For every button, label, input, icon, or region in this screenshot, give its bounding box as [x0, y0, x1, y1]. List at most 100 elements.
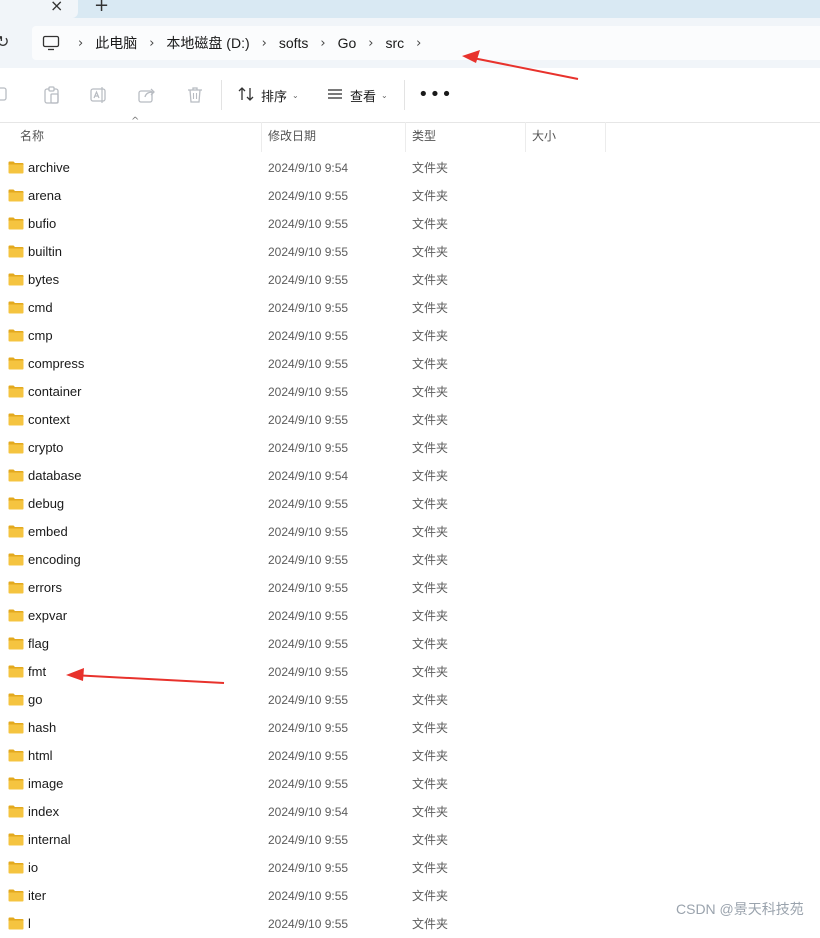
- folder-icon: [8, 553, 24, 566]
- file-type: 文件夹: [412, 553, 449, 567]
- file-row[interactable]: hash 2024/9/10 9:55 文件夹: [0, 714, 820, 742]
- folder-icon: [8, 161, 24, 174]
- file-row[interactable]: bytes 2024/9/10 9:55 文件夹: [0, 266, 820, 294]
- breadcrumb-go[interactable]: Go: [338, 35, 357, 51]
- file-row[interactable]: flag 2024/9/10 9:55 文件夹: [0, 630, 820, 658]
- view-button[interactable]: 查看 ⌄: [326, 85, 388, 105]
- file-row[interactable]: builtin 2024/9/10 9:55 文件夹: [0, 238, 820, 266]
- column-divider[interactable]: [605, 122, 606, 152]
- breadcrumb-this-pc[interactable]: 此电脑: [95, 33, 137, 53]
- file-modified-date: 2024/9/10 9:55: [268, 329, 349, 343]
- file-row[interactable]: expvar 2024/9/10 9:55 文件夹: [0, 602, 820, 630]
- tab-strip: × +: [0, 0, 820, 18]
- more-options-icon[interactable]: •••: [418, 85, 453, 105]
- computer-icon[interactable]: [42, 33, 62, 53]
- column-divider[interactable]: [405, 122, 406, 152]
- file-modified-date: 2024/9/10 9:55: [268, 441, 349, 455]
- breadcrumb-src[interactable]: src: [386, 35, 405, 51]
- file-row[interactable]: embed 2024/9/10 9:55 文件夹: [0, 518, 820, 546]
- file-row[interactable]: image 2024/9/10 9:55 文件夹: [0, 770, 820, 798]
- paste-icon[interactable]: [42, 85, 62, 105]
- rename-icon[interactable]: [89, 85, 109, 105]
- breadcrumb-separator[interactable]: ›: [78, 36, 83, 51]
- file-name: compress: [28, 356, 85, 371]
- file-row[interactable]: encoding 2024/9/10 9:55 文件夹: [0, 546, 820, 574]
- file-row[interactable]: internal 2024/9/10 9:55 文件夹: [0, 826, 820, 854]
- file-row[interactable]: errors 2024/9/10 9:55 文件夹: [0, 574, 820, 602]
- breadcrumb-separator[interactable]: ›: [368, 36, 373, 51]
- copy-icon[interactable]: [0, 85, 12, 105]
- chevron-down-icon: ⌄: [292, 90, 299, 100]
- column-divider[interactable]: [261, 122, 262, 152]
- file-modified-date: 2024/9/10 9:55: [268, 413, 349, 427]
- file-type: 文件夹: [412, 245, 449, 259]
- sort-button[interactable]: 排序 ⌄: [237, 85, 299, 105]
- folder-icon: [8, 273, 24, 286]
- folder-icon: [8, 917, 24, 930]
- file-row[interactable]: compress 2024/9/10 9:55 文件夹: [0, 350, 820, 378]
- sort-label: 排序: [261, 88, 288, 104]
- new-tab-icon[interactable]: +: [94, 0, 109, 16]
- file-row[interactable]: cmp 2024/9/10 9:55 文件夹: [0, 322, 820, 350]
- file-row[interactable]: crypto 2024/9/10 9:55 文件夹: [0, 434, 820, 462]
- toolbar-divider: [221, 80, 222, 110]
- file-modified-date: 2024/9/10 9:55: [268, 889, 349, 903]
- file-name: index: [28, 804, 60, 819]
- file-row[interactable]: container 2024/9/10 9:55 文件夹: [0, 378, 820, 406]
- column-header-size[interactable]: 大小: [532, 122, 556, 152]
- file-list: archive 2024/9/10 9:54 文件夹 arena 2024/9/…: [0, 154, 820, 938]
- delete-icon[interactable]: [185, 85, 205, 105]
- file-name: cmd: [28, 300, 53, 315]
- file-type: 文件夹: [412, 917, 449, 931]
- column-header-name[interactable]: 名称: [20, 122, 44, 152]
- folder-icon: [8, 441, 24, 454]
- column-header-modified[interactable]: 修改日期: [268, 122, 316, 152]
- file-row[interactable]: fmt 2024/9/10 9:55 文件夹: [0, 658, 820, 686]
- column-header-type[interactable]: 类型: [412, 122, 436, 152]
- file-row[interactable]: html 2024/9/10 9:55 文件夹: [0, 742, 820, 770]
- file-row[interactable]: arena 2024/9/10 9:55 文件夹: [0, 182, 820, 210]
- close-tab-icon[interactable]: ×: [50, 0, 63, 15]
- folder-icon: [8, 189, 24, 202]
- column-divider[interactable]: [525, 122, 526, 152]
- file-type: 文件夹: [412, 609, 449, 623]
- chevron-down-icon: ⌄: [381, 90, 388, 100]
- folder-icon: [8, 497, 24, 510]
- file-row[interactable]: io 2024/9/10 9:55 文件夹: [0, 854, 820, 882]
- file-modified-date: 2024/9/10 9:55: [268, 693, 349, 707]
- file-row[interactable]: context 2024/9/10 9:55 文件夹: [0, 406, 820, 434]
- active-tab[interactable]: ×: [0, 0, 78, 18]
- file-name: crypto: [28, 440, 64, 455]
- breadcrumb-separator[interactable]: ›: [149, 36, 154, 51]
- file-type: 文件夹: [412, 749, 449, 763]
- breadcrumb-local-disk[interactable]: 本地磁盘 (D:): [166, 33, 249, 53]
- breadcrumb-separator[interactable]: ›: [320, 36, 325, 51]
- file-type: 文件夹: [412, 469, 449, 483]
- file-row[interactable]: index 2024/9/10 9:54 文件夹: [0, 798, 820, 826]
- file-name: errors: [28, 580, 62, 595]
- file-row[interactable]: bufio 2024/9/10 9:55 文件夹: [0, 210, 820, 238]
- file-row[interactable]: cmd 2024/9/10 9:55 文件夹: [0, 294, 820, 322]
- watermark: CSDN @景天科技苑: [676, 901, 804, 917]
- folder-icon: [8, 693, 24, 706]
- file-type: 文件夹: [412, 833, 449, 847]
- file-row[interactable]: go 2024/9/10 9:55 文件夹: [0, 686, 820, 714]
- file-modified-date: 2024/9/10 9:55: [268, 721, 349, 735]
- navigation-bar: ↻ › 此电脑 › 本地磁盘 (D:) › softs › Go › src ›: [0, 18, 820, 68]
- file-row[interactable]: database 2024/9/10 9:54 文件夹: [0, 462, 820, 490]
- share-icon[interactable]: [137, 85, 157, 105]
- breadcrumb-separator[interactable]: ›: [262, 36, 267, 51]
- toolbar-divider: [404, 80, 405, 110]
- file-name: embed: [28, 524, 68, 539]
- refresh-icon[interactable]: ↻: [0, 32, 9, 51]
- file-modified-date: 2024/9/10 9:55: [268, 553, 349, 567]
- file-row[interactable]: debug 2024/9/10 9:55 文件夹: [0, 490, 820, 518]
- breadcrumb-softs[interactable]: softs: [279, 35, 309, 51]
- folder-icon: [8, 805, 24, 818]
- folder-icon: [8, 637, 24, 650]
- address-bar[interactable]: › 此电脑 › 本地磁盘 (D:) › softs › Go › src ›: [32, 26, 820, 60]
- breadcrumb-separator[interactable]: ›: [416, 36, 421, 51]
- file-modified-date: 2024/9/10 9:55: [268, 245, 349, 259]
- file-modified-date: 2024/9/10 9:55: [268, 273, 349, 287]
- file-row[interactable]: archive 2024/9/10 9:54 文件夹: [0, 154, 820, 182]
